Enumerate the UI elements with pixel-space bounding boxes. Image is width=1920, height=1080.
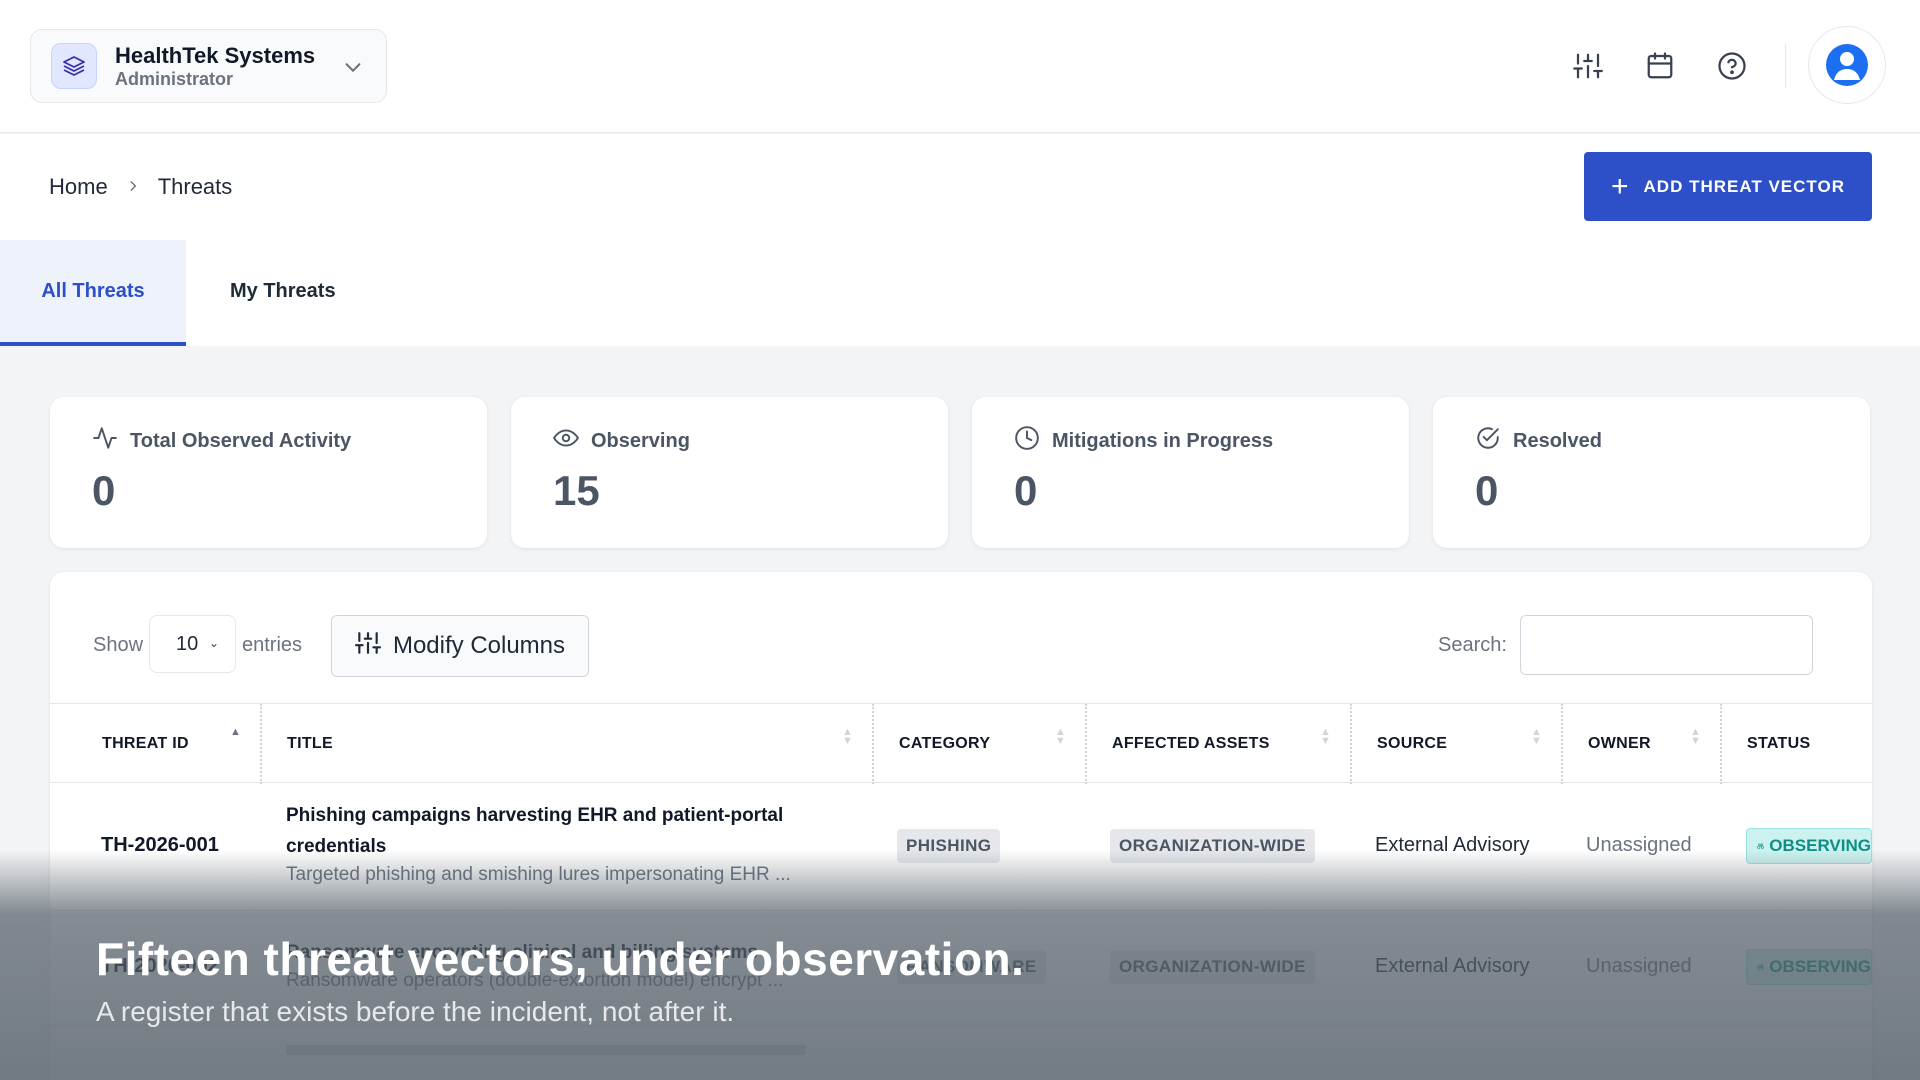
binoculars-icon (1757, 964, 1764, 970)
page-subheader: Home Threats + ADD THREAT VECTOR All Thr… (0, 134, 1920, 346)
clock-icon (1014, 425, 1052, 457)
category-badge: PHISHING (897, 829, 1001, 863)
stat-card-resolved: Resolved 0 (1433, 397, 1870, 548)
header-divider (1785, 44, 1786, 88)
entries-per-page-select[interactable]: 10 ⌄ (149, 615, 236, 673)
column-header-status[interactable]: STATUS (1747, 704, 1810, 784)
column-divider (1085, 704, 1087, 784)
sliders-icon (354, 630, 393, 663)
modify-columns-label: Modify Columns (392, 632, 566, 659)
assets-badge: ORGANIZATION-WIDE (1110, 829, 1315, 863)
org-name: HealthTek Systems (115, 43, 316, 68)
search-label: Search: (1438, 634, 1507, 656)
column-divider (260, 704, 262, 784)
help-circle-icon[interactable] (1714, 48, 1750, 84)
entries-label: entries (242, 634, 303, 656)
owner-text: Unassigned (1586, 955, 1692, 977)
sliders-icon[interactable] (1570, 48, 1606, 84)
owner-text: Unassigned (1586, 834, 1692, 856)
table-row[interactable] (50, 1027, 1872, 1080)
status-badge: OBSERVING (1746, 949, 1872, 985)
status-badge: OBSERVING (1746, 828, 1872, 864)
eye-icon (552, 425, 591, 457)
sort-asc-icon: ▲ (230, 726, 241, 738)
tab-bar: All Threats My Threats (0, 240, 336, 346)
column-header-category[interactable]: CATEGORY (899, 704, 990, 784)
column-header-source[interactable]: SOURCE (1377, 704, 1447, 784)
stat-value: 15 (553, 467, 600, 514)
activity-icon (92, 425, 130, 457)
sort-icon: ▲ ▼ (1320, 726, 1331, 747)
column-divider (1350, 704, 1352, 784)
table-row[interactable]: TH-2026-001 Phishing campaigns harvestin… (50, 784, 1872, 911)
status-text: OBSERVING (1769, 836, 1871, 855)
status-text: OBSERVING (1769, 957, 1871, 976)
stat-value: 0 (1475, 467, 1499, 514)
truncated-title (286, 1045, 806, 1055)
threat-title-cell (286, 1045, 866, 1057)
sort-icon: ▲ ▼ (1690, 726, 1701, 747)
threat-title-cont: credentials (286, 836, 387, 857)
check-circle-icon (1475, 425, 1513, 457)
breadcrumb-home[interactable]: Home (49, 174, 108, 200)
threat-title[interactable]: Phishing campaigns harvesting EHR and pa… (286, 800, 866, 831)
column-header-title[interactable]: TITLE (287, 704, 333, 784)
stat-label: Resolved (1513, 429, 1602, 452)
column-header-threat-id[interactable]: THREAT ID (102, 704, 189, 784)
add-threat-vector-label: ADD THREAT VECTOR (1643, 176, 1846, 196)
threat-id[interactable]: TH-2026-001 (101, 834, 219, 857)
sort-icon: ▲ ▼ (1531, 726, 1542, 747)
org-role: Administrator (115, 69, 234, 89)
stat-card-observing: Observing 15 (511, 397, 948, 548)
source-text: External Advisory (1375, 834, 1530, 856)
modify-columns-button[interactable]: Modify Columns (331, 615, 589, 677)
sort-icon: ▲ ▼ (842, 726, 853, 747)
layers-icon (51, 43, 97, 89)
breadcrumb-current: Threats (157, 174, 233, 199)
search-input[interactable] (1520, 615, 1813, 675)
stat-value: 0 (92, 467, 116, 514)
chevron-down-icon (342, 56, 364, 83)
entries-value: 10 (176, 632, 199, 655)
sort-icon: ▲ ▼ (1055, 726, 1066, 747)
source-text: External Advisory (1375, 955, 1530, 977)
top-header: HealthTek Systems Administrator (0, 0, 1920, 133)
show-label: Show (93, 634, 144, 656)
stat-card-mitigations: Mitigations in Progress 0 (972, 397, 1409, 548)
plus-icon: + (1610, 169, 1630, 203)
chevron-right-icon (126, 176, 140, 199)
stat-label: Observing (591, 429, 690, 452)
column-header-affected-assets[interactable]: AFFECTED ASSETS (1112, 704, 1270, 784)
org-switcher[interactable]: HealthTek Systems Administrator (30, 29, 387, 103)
tab-all-threats[interactable]: All Threats (0, 240, 186, 346)
column-divider (1720, 704, 1722, 784)
stat-label: Total Observed Activity (130, 429, 352, 452)
assets-badge: ORGANIZATION-WIDE (1110, 950, 1315, 984)
stat-value: 0 (1014, 467, 1038, 514)
user-avatar-icon (1826, 44, 1868, 86)
binoculars-icon (1757, 843, 1764, 849)
add-threat-vector-button[interactable]: + ADD THREAT VECTOR (1584, 152, 1872, 221)
table-header: THREAT ID ▲ TITLE ▲ ▼ CATEGORY ▲ ▼ AFFECTE… (50, 703, 1872, 784)
column-divider (872, 704, 874, 784)
threat-description: Targeted phishing and smishing lures imp… (286, 864, 791, 885)
chevron-down-icon: ⌄ (208, 636, 219, 650)
stat-label: Mitigations in Progress (1052, 429, 1274, 452)
tab-my-threats[interactable]: My Threats (186, 240, 336, 342)
caption-title: Fifteen threat vectors, under observatio… (96, 933, 1025, 985)
caption-subtitle: A register that exists before the incide… (96, 996, 735, 1027)
column-divider (1561, 704, 1563, 784)
user-menu[interactable] (1808, 26, 1886, 104)
column-header-owner[interactable]: OWNER (1588, 704, 1651, 784)
breadcrumb: Home Threats (49, 174, 232, 200)
calendar-icon[interactable] (1642, 48, 1678, 84)
stat-card-total-observed: Total Observed Activity 0 (50, 397, 487, 548)
threat-title-cell: Phishing campaigns harvesting EHR and pa… (286, 800, 866, 886)
